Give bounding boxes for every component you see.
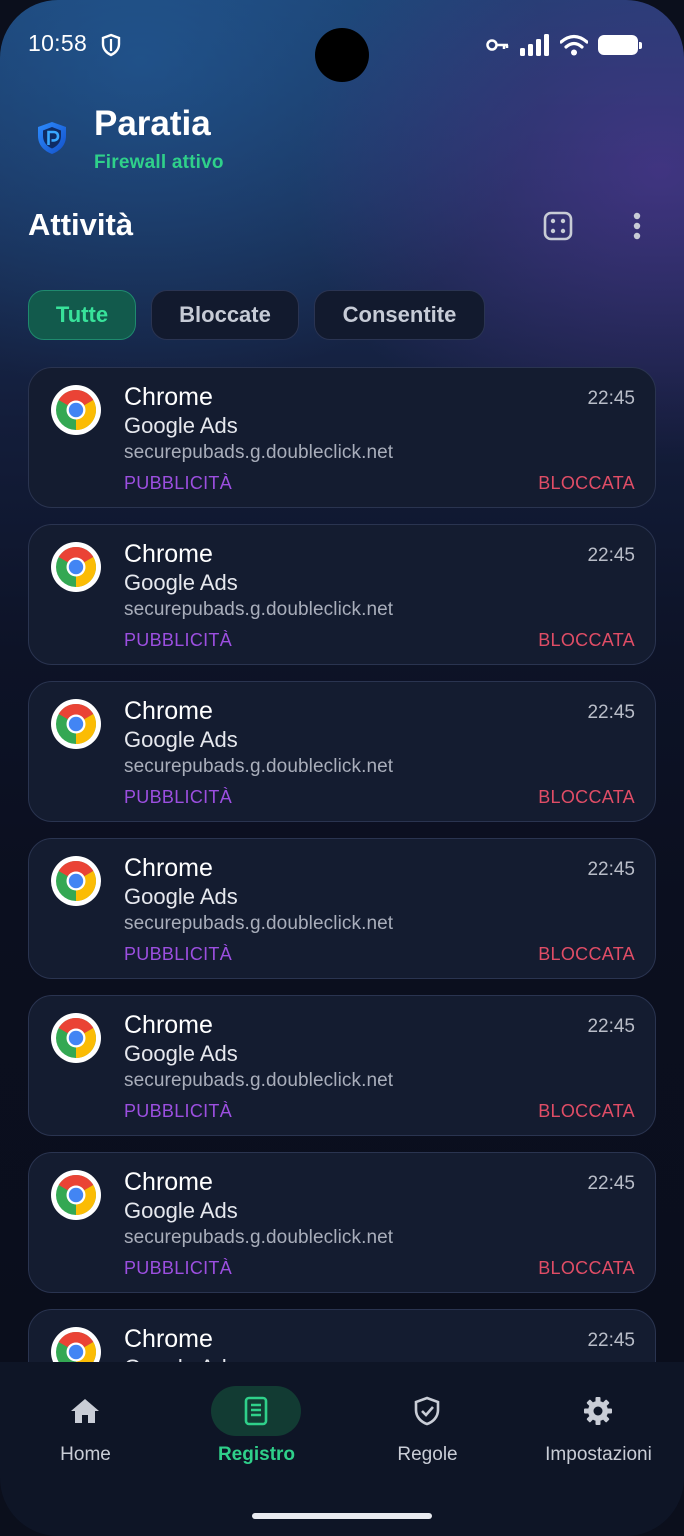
log-entry-card[interactable]: ChromeGoogle Ads securepubads.g.doublecli… bbox=[28, 524, 656, 665]
home-indicator[interactable] bbox=[252, 1513, 432, 1519]
entry-category: PUBBLICITÀ bbox=[124, 630, 233, 650]
nav-regole[interactable]: Regole bbox=[342, 1362, 513, 1482]
nav-registro[interactable]: Registro bbox=[171, 1362, 342, 1482]
entry-service: Google Ads bbox=[124, 1355, 238, 1362]
entry-time: 22:45 bbox=[587, 1173, 635, 1194]
entry-time: 22:45 bbox=[587, 1016, 635, 1037]
entry-category: PUBBLICITÀ bbox=[124, 473, 233, 493]
nav-label: Registro bbox=[217, 1444, 296, 1465]
log-icon bbox=[244, 1396, 268, 1426]
entry-time: 22:45 bbox=[587, 702, 635, 723]
home-icon bbox=[71, 1399, 99, 1423]
entry-status-badge: BLOCCATA bbox=[538, 473, 635, 493]
entry-time: 22:45 bbox=[587, 1330, 635, 1351]
entry-service: Google Ads bbox=[124, 727, 238, 752]
log-entry-card[interactable]: ChromeGoogle Ads securepubads.g.doublecli… bbox=[28, 367, 656, 508]
chrome-icon bbox=[51, 385, 101, 435]
log-entry-card[interactable]: ChromeGoogle Ads securepubads.g.doublecli… bbox=[28, 681, 656, 822]
entry-app-name: Chrome bbox=[124, 854, 213, 882]
entry-status-badge: BLOCCATA bbox=[538, 787, 635, 807]
chrome-icon bbox=[51, 1170, 101, 1220]
chrome-icon bbox=[51, 1327, 101, 1362]
entry-app-name: Chrome bbox=[124, 383, 213, 411]
chrome-icon bbox=[51, 856, 101, 906]
entry-app-name: Chrome bbox=[124, 1168, 213, 1196]
nav-label: Regole bbox=[397, 1444, 458, 1465]
entry-status-badge: BLOCCATA bbox=[538, 944, 635, 964]
entry-service: Google Ads bbox=[124, 413, 238, 438]
nav-label: Impostazioni bbox=[545, 1444, 652, 1465]
entry-status-badge: BLOCCATA bbox=[538, 1258, 635, 1278]
entry-category: PUBBLICITÀ bbox=[124, 787, 233, 807]
entry-time: 22:45 bbox=[587, 859, 635, 880]
entry-category: PUBBLICITÀ bbox=[124, 1101, 233, 1121]
gear-icon bbox=[584, 1397, 612, 1425]
log-entry-card[interactable]: ChromeGoogle Ads securepubads.g.doublecli… bbox=[28, 838, 656, 979]
entry-app-name: Chrome bbox=[124, 1011, 213, 1039]
log-entry-card[interactable]: ChromeGoogle Ads securepubads.g.doublecli… bbox=[28, 995, 656, 1136]
chrome-icon bbox=[51, 1013, 101, 1063]
nav-label: Home bbox=[60, 1444, 111, 1465]
entry-app-name: Chrome bbox=[124, 540, 213, 568]
entry-domain: securepubads.g.doubleclick.net bbox=[124, 913, 394, 934]
entry-time: 22:45 bbox=[587, 545, 635, 566]
entry-status-badge: BLOCCATA bbox=[538, 1101, 635, 1121]
entry-domain: securepubads.g.doubleclick.net bbox=[124, 1070, 394, 1091]
chrome-icon bbox=[51, 542, 101, 592]
entry-service: Google Ads bbox=[124, 570, 238, 595]
log-entry-card[interactable]: ChromeGoogle Ads securepubads.g.doublecli… bbox=[28, 1152, 656, 1293]
entry-domain: securepubads.g.doubleclick.net bbox=[124, 599, 394, 620]
nav-impostazioni[interactable]: Impostazioni bbox=[513, 1362, 684, 1482]
nav-home[interactable]: Home bbox=[0, 1362, 171, 1482]
entry-app-name: Chrome bbox=[124, 1325, 213, 1353]
entry-category: PUBBLICITÀ bbox=[124, 1258, 233, 1278]
bottom-navigation: Home Registro Regole Impostazioni bbox=[0, 1362, 684, 1536]
log-entry-card[interactable]: ChromeGoogle Adssecurepubads.g.doublecli… bbox=[28, 1309, 656, 1362]
entry-time: 22:45 bbox=[587, 388, 635, 409]
shield-check-icon bbox=[414, 1396, 440, 1426]
screen: 10:58 Paratia Firewall attivo Attività T… bbox=[0, 0, 684, 1536]
entry-service: Google Ads bbox=[124, 1198, 238, 1223]
entry-app-name: Chrome bbox=[124, 697, 213, 725]
entry-category: PUBBLICITÀ bbox=[124, 944, 233, 964]
entry-domain: securepubads.g.doubleclick.net bbox=[124, 1227, 394, 1248]
entry-service: Google Ads bbox=[124, 884, 238, 909]
activity-list: Chrome Google Ads securepubads.g.doublecli… bbox=[0, 0, 684, 1362]
entry-domain: securepubads.g.doubleclick.net bbox=[124, 442, 394, 463]
entry-status-badge: BLOCCATA bbox=[538, 630, 635, 650]
chrome-icon bbox=[51, 699, 101, 749]
entry-domain: securepubads.g.doubleclick.net bbox=[124, 756, 394, 777]
entry-service: Google Ads bbox=[124, 1041, 238, 1066]
